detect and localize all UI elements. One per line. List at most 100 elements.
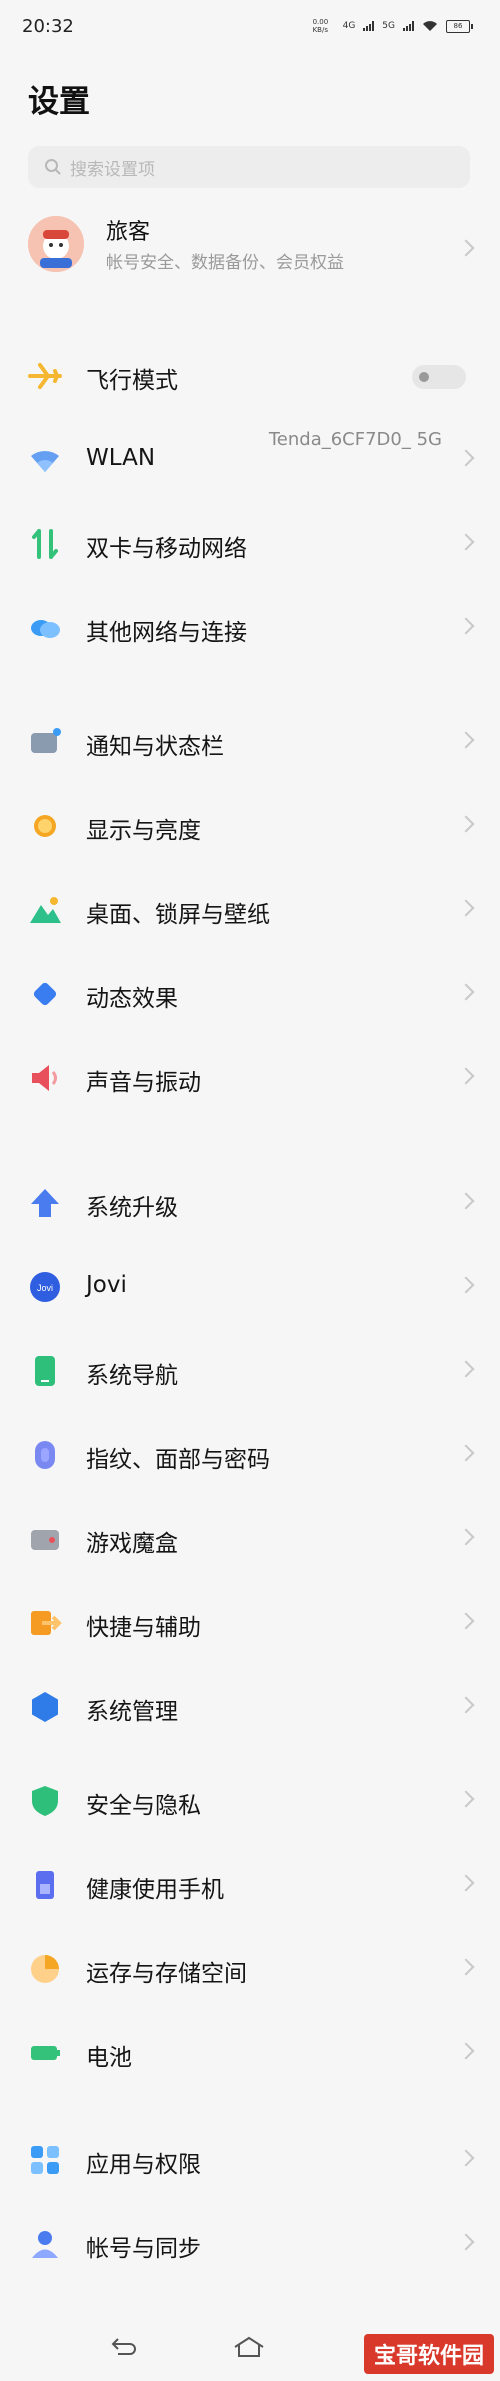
chevron-right-icon — [457, 1612, 475, 1630]
account-row[interactable]: 旅客 帐号安全、数据备份、会员权益 — [0, 198, 500, 298]
battery-status-icon: 86 — [446, 19, 473, 33]
sun-icon — [28, 809, 62, 843]
settings-item-label: Jovi — [86, 1272, 127, 1298]
settings-group: 安全与隐私 健康使用手机 运存与存储空间 电池 — [0, 1757, 500, 2093]
chevron-right-icon — [457, 1192, 475, 1210]
settings-item[interactable]: 指纹、面部与密码 — [0, 1411, 500, 1495]
search-icon — [45, 159, 61, 175]
settings-item-label: 桌面、锁屏与壁纸 — [86, 902, 270, 928]
settings-item[interactable]: 系统升级 — [0, 1159, 500, 1243]
settings-item[interactable]: 双卡与移动网络 — [0, 500, 500, 584]
home-icon[interactable] — [232, 2335, 266, 2359]
settings-item[interactable]: 快捷与辅助 — [0, 1579, 500, 1663]
settings-item[interactable]: 桌面、锁屏与壁纸 — [0, 866, 500, 950]
chevron-right-icon — [457, 1444, 475, 1462]
settings-item[interactable]: 帐号与同步 — [0, 2200, 500, 2284]
wlan-network-name: Tenda_6CF7D0_ 5G — [268, 429, 442, 450]
wifi-icon — [28, 443, 62, 477]
search-placeholder: 搜索设置项 — [70, 159, 155, 180]
chevron-right-icon — [457, 2149, 475, 2167]
net-speed: 0.00 KB/s — [312, 18, 329, 34]
page-title: 设置 — [28, 84, 90, 120]
settings-item-label: 其他网络与连接 — [86, 620, 247, 646]
settings-item[interactable]: 游戏魔盒 — [0, 1495, 500, 1579]
search-bar[interactable]: 搜索设置项 — [28, 146, 470, 188]
settings-item[interactable]: 系统管理 — [0, 1663, 500, 1747]
settings-group: 通知与状态栏 显示与亮度 桌面、锁屏与壁纸 动态效果 声音与振动 — [0, 698, 500, 1118]
chevron-right-icon — [457, 815, 475, 833]
settings-item[interactable]: 应用与权限 — [0, 2116, 500, 2200]
mountain-icon — [28, 893, 62, 927]
settings-item-label: 系统管理 — [86, 1699, 178, 1725]
hexagon-icon — [28, 1690, 62, 1724]
settings-item[interactable]: WLAN Tenda_6CF7D0_ 5G — [0, 416, 500, 500]
up-arrow-icon — [28, 1186, 62, 1220]
settings-item-label: 帐号与同步 — [86, 2236, 201, 2262]
chevron-right-icon — [457, 731, 475, 749]
settings-item[interactable]: 通知与状态栏 — [0, 698, 500, 782]
chevron-right-icon — [457, 617, 475, 635]
settings-item-label: 动态效果 — [86, 986, 178, 1012]
status-bar: 20:32 0.00 KB/s 4G 5G 86 — [0, 0, 500, 50]
diamond-icon — [28, 977, 62, 1011]
signal-1-icon — [363, 21, 375, 31]
chevron-right-icon — [457, 1528, 475, 1546]
chevron-right-icon — [457, 1790, 475, 1808]
settings-item-label: 指纹、面部与密码 — [86, 1447, 270, 1473]
apps-icon — [28, 2143, 62, 2177]
settings-item-label: 应用与权限 — [86, 2152, 201, 2178]
chevron-right-icon — [457, 983, 475, 1001]
fingerprint-icon — [28, 1438, 62, 1472]
settings-item[interactable]: 健康使用手机 — [0, 1841, 500, 1925]
cloud-link-icon — [28, 611, 62, 645]
phone-nav-icon — [28, 1354, 62, 1388]
settings-group: 飞行模式 WLAN Tenda_6CF7D0_ 5G 双卡与移动网络 其他网络与连… — [0, 332, 500, 668]
chevron-right-icon — [457, 1958, 475, 1976]
settings-item-label: 游戏魔盒 — [86, 1531, 178, 1557]
settings-item-label: 显示与亮度 — [86, 818, 201, 844]
notification-icon — [28, 725, 62, 759]
settings-group: 系统升级 Jovi Jovi 系统导航 指纹、面部与密码 游戏魔盒 快捷与辅助 系… — [0, 1159, 500, 1747]
avatar — [28, 216, 84, 272]
chevron-right-icon — [457, 2042, 475, 2060]
airplane-mode-toggle[interactable] — [412, 365, 466, 389]
sim-arrows-icon — [28, 527, 62, 561]
chevron-right-icon — [457, 1696, 475, 1714]
settings-item[interactable]: 其他网络与连接 — [0, 584, 500, 668]
chevron-right-icon — [457, 239, 475, 257]
back-icon[interactable] — [110, 2335, 138, 2359]
hourglass-icon — [28, 1868, 62, 1902]
settings-item[interactable]: 声音与振动 — [0, 1034, 500, 1118]
settings-item[interactable]: 动态效果 — [0, 950, 500, 1034]
settings-item[interactable]: 运存与存储空间 — [0, 1925, 500, 2009]
settings-item[interactable]: 显示与亮度 — [0, 782, 500, 866]
settings-item-label: 系统升级 — [86, 1195, 178, 1221]
account-name: 旅客 — [106, 220, 151, 245]
settings-item[interactable]: 电池 — [0, 2009, 500, 2093]
chevron-right-icon — [457, 1276, 475, 1294]
settings-item-label: 健康使用手机 — [86, 1877, 224, 1903]
sim1-label: 4G — [342, 21, 356, 31]
settings-item-label: 声音与振动 — [86, 1070, 201, 1096]
settings-item[interactable]: 系统导航 — [0, 1327, 500, 1411]
settings-item-label: 安全与隐私 — [86, 1793, 201, 1819]
settings-item-label: 电池 — [86, 2045, 132, 2071]
chevron-right-icon — [457, 1067, 475, 1085]
game-box-icon — [28, 1522, 62, 1556]
sim2-label: 5G — [382, 21, 395, 31]
settings-item[interactable]: Jovi Jovi — [0, 1243, 500, 1327]
signal-2-icon — [403, 21, 414, 31]
settings-item[interactable]: 安全与隐私 — [0, 1757, 500, 1841]
settings-item-label: 双卡与移动网络 — [86, 536, 247, 562]
chevron-right-icon — [457, 1874, 475, 1892]
settings-item[interactable]: 飞行模式 — [0, 332, 500, 416]
chevron-right-icon — [457, 1360, 475, 1378]
settings-item-label: WLAN — [86, 445, 156, 471]
speaker-icon — [28, 1061, 62, 1095]
chevron-right-icon — [457, 899, 475, 917]
status-time: 20:32 — [22, 16, 74, 37]
settings-item-label: 快捷与辅助 — [86, 1615, 201, 1641]
settings-item-label: 运存与存储空间 — [86, 1961, 247, 1987]
chevron-right-icon — [457, 449, 475, 467]
svg-text:Jovi: Jovi — [37, 1283, 53, 1293]
